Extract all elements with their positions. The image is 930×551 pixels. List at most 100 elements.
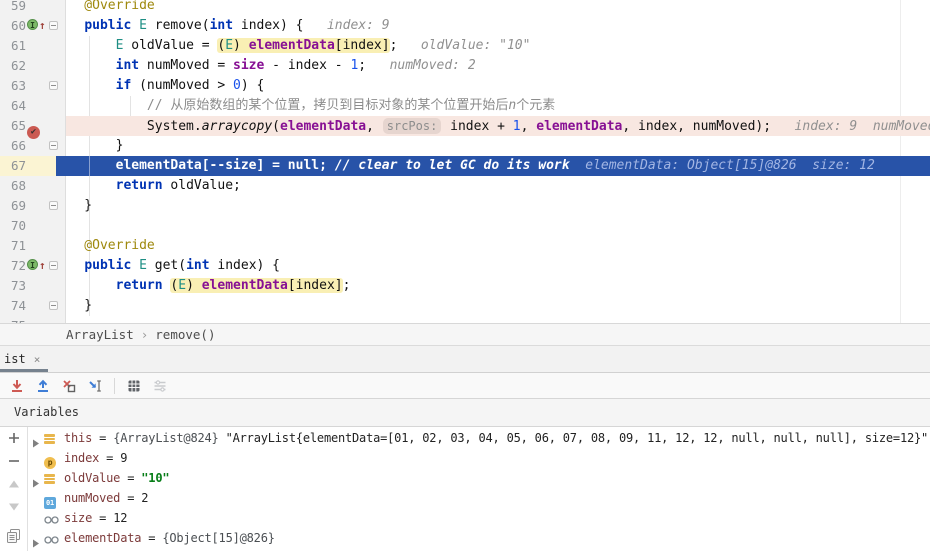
step-out-icon[interactable] <box>32 376 54 396</box>
code-line-69: 69 } <box>0 196 930 216</box>
code-segment: // 从原始数组的某个位置，拷贝到目标对象的某个位置开始后 <box>147 98 508 113</box>
code-segment: ) <box>233 38 249 53</box>
breadcrumb-separator: › <box>141 327 149 342</box>
ide-debug-screen: 59 @Override60I↑ public E remove(int ind… <box>0 0 930 551</box>
code-segment: numMoved = <box>139 58 233 73</box>
code-segment: - index - <box>264 58 350 73</box>
code-segment: index) { <box>233 18 303 33</box>
run-to-cursor-icon[interactable] <box>84 376 106 396</box>
code-segment: numMoved: 2 <box>366 58 476 73</box>
code-segment <box>53 158 116 173</box>
code-segment: (numMoved > <box>131 78 233 93</box>
variables-panel-header: Variables <box>0 399 930 427</box>
override-method-icon[interactable]: I↑ <box>27 19 46 33</box>
duplicate-button[interactable] <box>5 528 23 543</box>
code-segment: index + <box>442 119 512 134</box>
expand-arrow-icon[interactable] <box>32 534 40 551</box>
code-segment: , <box>521 119 537 134</box>
breakpoint-verified-icon[interactable]: ✔ <box>27 119 40 133</box>
code-line-72: 72I↑ public E get(int index) { <box>0 256 930 276</box>
move-down-button[interactable] <box>5 499 23 514</box>
layout-settings-icon[interactable] <box>149 376 171 396</box>
variable-row[interactable]: 01numMoved = 2 <box>28 488 930 508</box>
code-segment: 1 <box>513 119 521 134</box>
code-segment: arraycopy <box>202 119 272 134</box>
code-segment: if <box>116 78 132 93</box>
equals-sign: = <box>120 491 141 505</box>
code-line-62: 62 int numMoved = size - index - 1; numM… <box>0 56 930 76</box>
move-up-button[interactable] <box>5 477 23 492</box>
code-segment: } <box>53 138 123 153</box>
code-segment <box>53 58 116 73</box>
close-icon[interactable]: × <box>34 353 41 366</box>
code-segment: elementData <box>249 38 335 53</box>
code-line-73: 73 return (E) elementData[index]; <box>0 276 930 296</box>
force-step-into-icon[interactable] <box>6 376 28 396</box>
code-segment: ) <box>186 278 202 293</box>
code-line-71: 71 @Override <box>0 236 930 256</box>
variable-row[interactable]: size = 12 <box>28 508 930 528</box>
code-text: public E get(int index) { <box>53 256 280 276</box>
code-segment: elementData[--size] = null; <box>116 158 335 173</box>
code-editor[interactable]: 59 @Override60I↑ public E remove(int ind… <box>0 0 930 323</box>
code-text: elementData[--size] = null; // clear to … <box>53 156 875 176</box>
debug-toolbar <box>0 373 930 399</box>
code-line-68: 68 return oldValue; <box>0 176 930 196</box>
breadcrumb-item[interactable]: ArrayList <box>66 327 134 342</box>
code-segment: 个元素 <box>516 98 555 113</box>
line-number: 71 <box>0 236 26 256</box>
highlighted-expression: (E) elementData[index] <box>217 38 389 53</box>
code-segment <box>131 18 139 33</box>
table-view-icon[interactable] <box>123 376 145 396</box>
active-tab-underline <box>0 369 48 372</box>
add-watch-button[interactable] <box>5 431 23 446</box>
code-line-60: 60I↑ public E remove(int index) { index:… <box>0 16 930 36</box>
variable-row[interactable]: pindex = 9 <box>28 448 930 468</box>
code-segment: 0 <box>233 78 241 93</box>
code-text: return (E) elementData[index]; <box>53 276 350 296</box>
code-segment: @Override <box>53 238 155 253</box>
field-icon <box>44 531 59 551</box>
equals-sign: = <box>120 471 141 485</box>
line-number: 69 <box>0 196 26 216</box>
code-segment: public <box>84 258 131 273</box>
code-segment: } <box>53 298 92 313</box>
code-segment: int <box>116 58 139 73</box>
line-number: 61 <box>0 36 26 56</box>
clear-icon[interactable] <box>58 376 80 396</box>
code-segment: public <box>84 18 131 33</box>
code-text: int numMoved = size - index - 1; numMove… <box>53 56 476 76</box>
equals-sign: = <box>92 431 113 445</box>
variable-row[interactable]: oldValue = "10" <box>28 468 930 488</box>
line-number: 62 <box>0 56 26 76</box>
remove-watch-button[interactable] <box>5 454 23 469</box>
override-method-icon[interactable]: I↑ <box>27 259 46 273</box>
code-segment: return <box>116 178 163 193</box>
line-number: 75 <box>0 316 26 323</box>
line-number: 60 <box>0 16 26 36</box>
code-text: return oldValue; <box>53 176 241 196</box>
line-number: 68 <box>0 176 26 196</box>
code-segment: System. <box>53 119 202 134</box>
code-text: @Override <box>53 236 155 256</box>
code-segment <box>53 178 116 193</box>
code-segment: [index] <box>288 278 343 293</box>
line-number: 64 <box>0 96 26 116</box>
variable-row[interactable]: elementData = {Object[15]@826} <box>28 528 930 548</box>
variable-name: oldValue <box>64 471 120 485</box>
code-lines: 59 @Override60I↑ public E remove(int ind… <box>0 0 930 323</box>
code-segment: oldValue: "10" <box>397 38 530 53</box>
code-segment: E <box>225 38 233 53</box>
code-segment: elementData <box>202 278 288 293</box>
variable-name: index <box>64 451 99 465</box>
variables-tree[interactable]: this = {ArrayList@824} "ArrayList{elemen… <box>28 427 930 551</box>
line-number: 59 <box>0 0 26 16</box>
code-segment: remove( <box>147 18 210 33</box>
variable-value: 9 <box>120 451 127 465</box>
code-text: @Override <box>53 0 155 16</box>
variable-row[interactable]: this = {ArrayList@824} "ArrayList{elemen… <box>28 428 930 448</box>
code-segment: get( <box>147 258 186 273</box>
code-line-65: 65✔ System.arraycopy(elementData, srcPos… <box>0 116 930 136</box>
breadcrumb-item[interactable]: remove() <box>155 327 215 342</box>
code-segment: E <box>139 18 147 33</box>
